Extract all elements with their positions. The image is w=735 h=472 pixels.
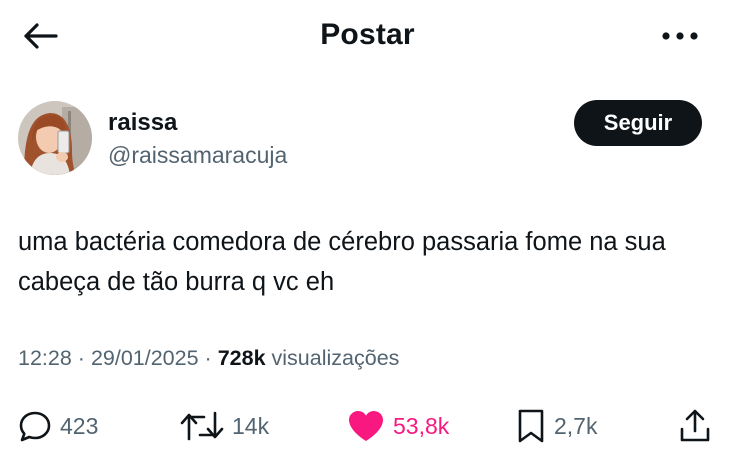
more-options-button[interactable]: [655, 18, 705, 54]
meta-separator: ·: [77, 346, 85, 370]
reply-count: 423: [60, 412, 99, 439]
reply-button[interactable]: 423: [18, 404, 98, 448]
profile-photo: [18, 101, 92, 175]
views-count: 728k: [217, 346, 266, 370]
more-horizontal-icon: [662, 32, 698, 40]
post-date[interactable]: 29/01/2025: [91, 346, 199, 370]
author-name[interactable]: raissa: [108, 109, 177, 137]
author-handle[interactable]: @raissamaracuja: [108, 142, 287, 169]
share-icon: [680, 409, 710, 442]
top-bar: Postar: [0, 0, 735, 72]
heart-icon: [349, 411, 383, 441]
like-count: 53,8k: [393, 412, 450, 439]
bookmark-count: 2,7k: [554, 412, 598, 439]
repost-count: 14k: [232, 412, 270, 439]
post-text: uma bactéria comedora de cérebro passari…: [18, 228, 666, 296]
post-meta: 12:28 · 29/01/2025 · 728k visualizações: [18, 346, 399, 371]
bookmark-button[interactable]: 2,7k: [516, 404, 597, 448]
page-title: Postar: [320, 18, 415, 51]
meta-separator: ·: [204, 346, 212, 370]
follow-button[interactable]: Seguir: [574, 100, 702, 146]
repost-icon: [180, 411, 224, 441]
like-button[interactable]: 53,8k: [347, 404, 449, 448]
bookmark-icon: [518, 409, 544, 443]
share-button[interactable]: [678, 404, 712, 448]
repost-button[interactable]: 14k: [180, 404, 269, 448]
avatar[interactable]: [18, 101, 92, 175]
views-label: visualizações: [271, 346, 400, 370]
reply-icon: [19, 411, 51, 442]
post-time[interactable]: 12:28: [18, 346, 72, 370]
